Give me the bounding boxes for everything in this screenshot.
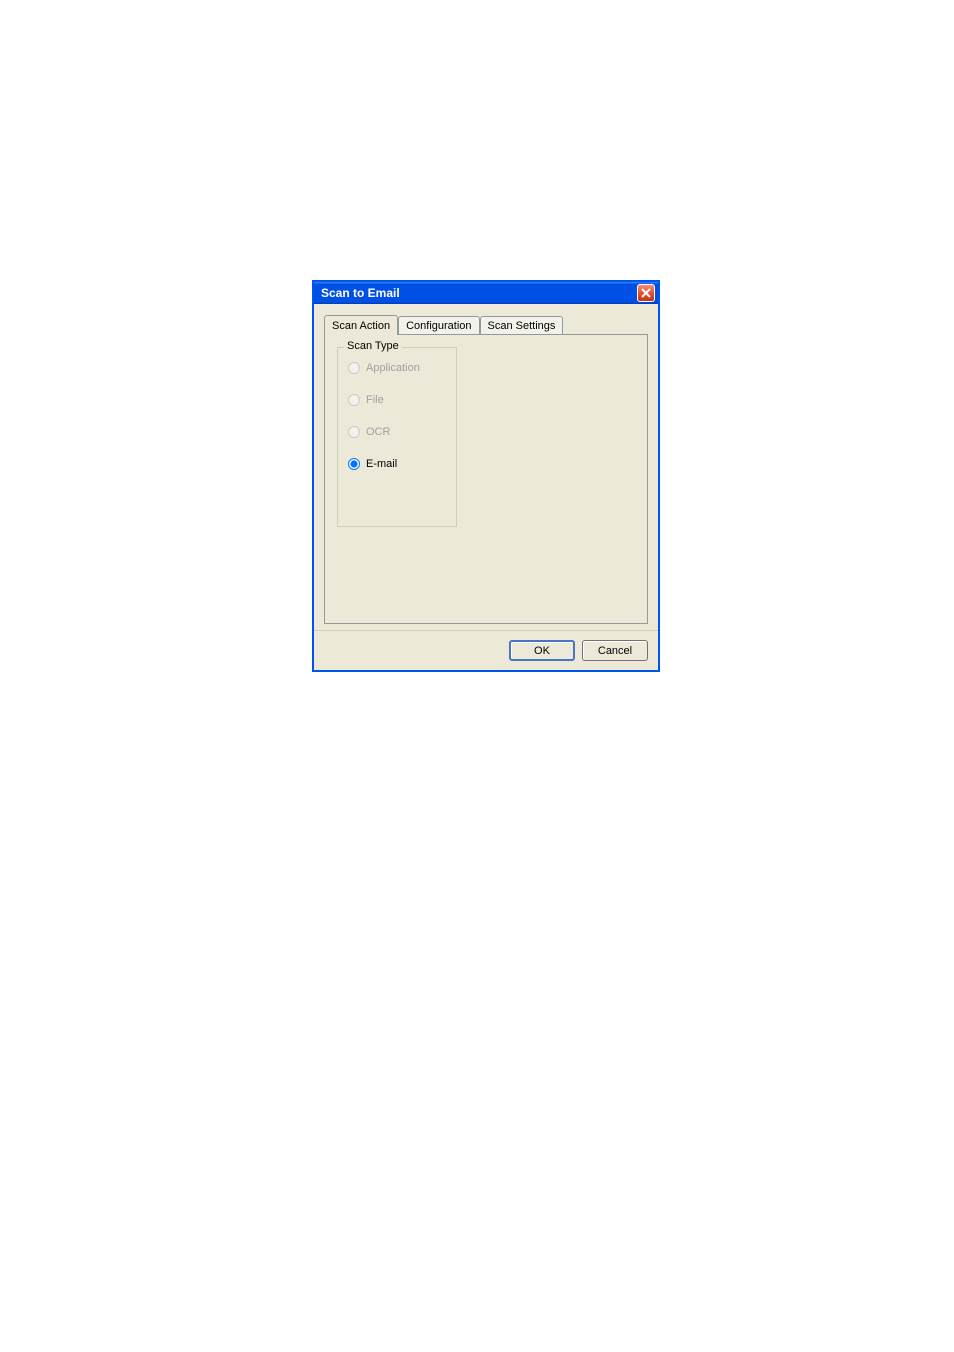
close-button[interactable] [637,284,655,302]
radio-label: Application [366,362,420,374]
ok-button[interactable]: OK [509,640,575,661]
radio-label: OCR [366,426,390,438]
tab-label: Configuration [406,320,471,332]
tab-panel: Scan Type Application File OCR E-mail [324,334,648,624]
tab-label: Scan Settings [488,320,556,332]
radio-label: E-mail [366,458,397,470]
radio-application [348,362,360,374]
tab-strip: Scan Action Configuration Scan Settings [324,314,648,334]
radio-row-file: File [348,394,446,406]
cancel-button[interactable]: Cancel [582,640,648,661]
button-row: OK Cancel [314,630,658,670]
tab-configuration[interactable]: Configuration [398,316,479,334]
radio-row-ocr: OCR [348,426,446,438]
dialog-body: Scan Action Configuration Scan Settings … [314,304,658,624]
close-icon [641,288,651,298]
radio-ocr [348,426,360,438]
scan-to-email-dialog: Scan to Email Scan Action Configuration … [312,280,660,672]
radio-row-email[interactable]: E-mail [348,458,446,470]
radio-file [348,394,360,406]
radio-row-application: Application [348,362,446,374]
scan-type-fieldset: Scan Type Application File OCR E-mail [337,347,457,527]
button-label: OK [534,645,550,657]
fieldset-legend: Scan Type [344,340,402,352]
tab-scan-settings[interactable]: Scan Settings [480,316,564,334]
dialog-title: Scan to Email [321,286,400,300]
radio-email[interactable] [348,458,360,470]
tab-scan-action[interactable]: Scan Action [324,315,398,335]
tab-label: Scan Action [332,320,390,332]
titlebar[interactable]: Scan to Email [314,282,658,304]
radio-label: File [366,394,384,406]
button-label: Cancel [598,645,632,657]
